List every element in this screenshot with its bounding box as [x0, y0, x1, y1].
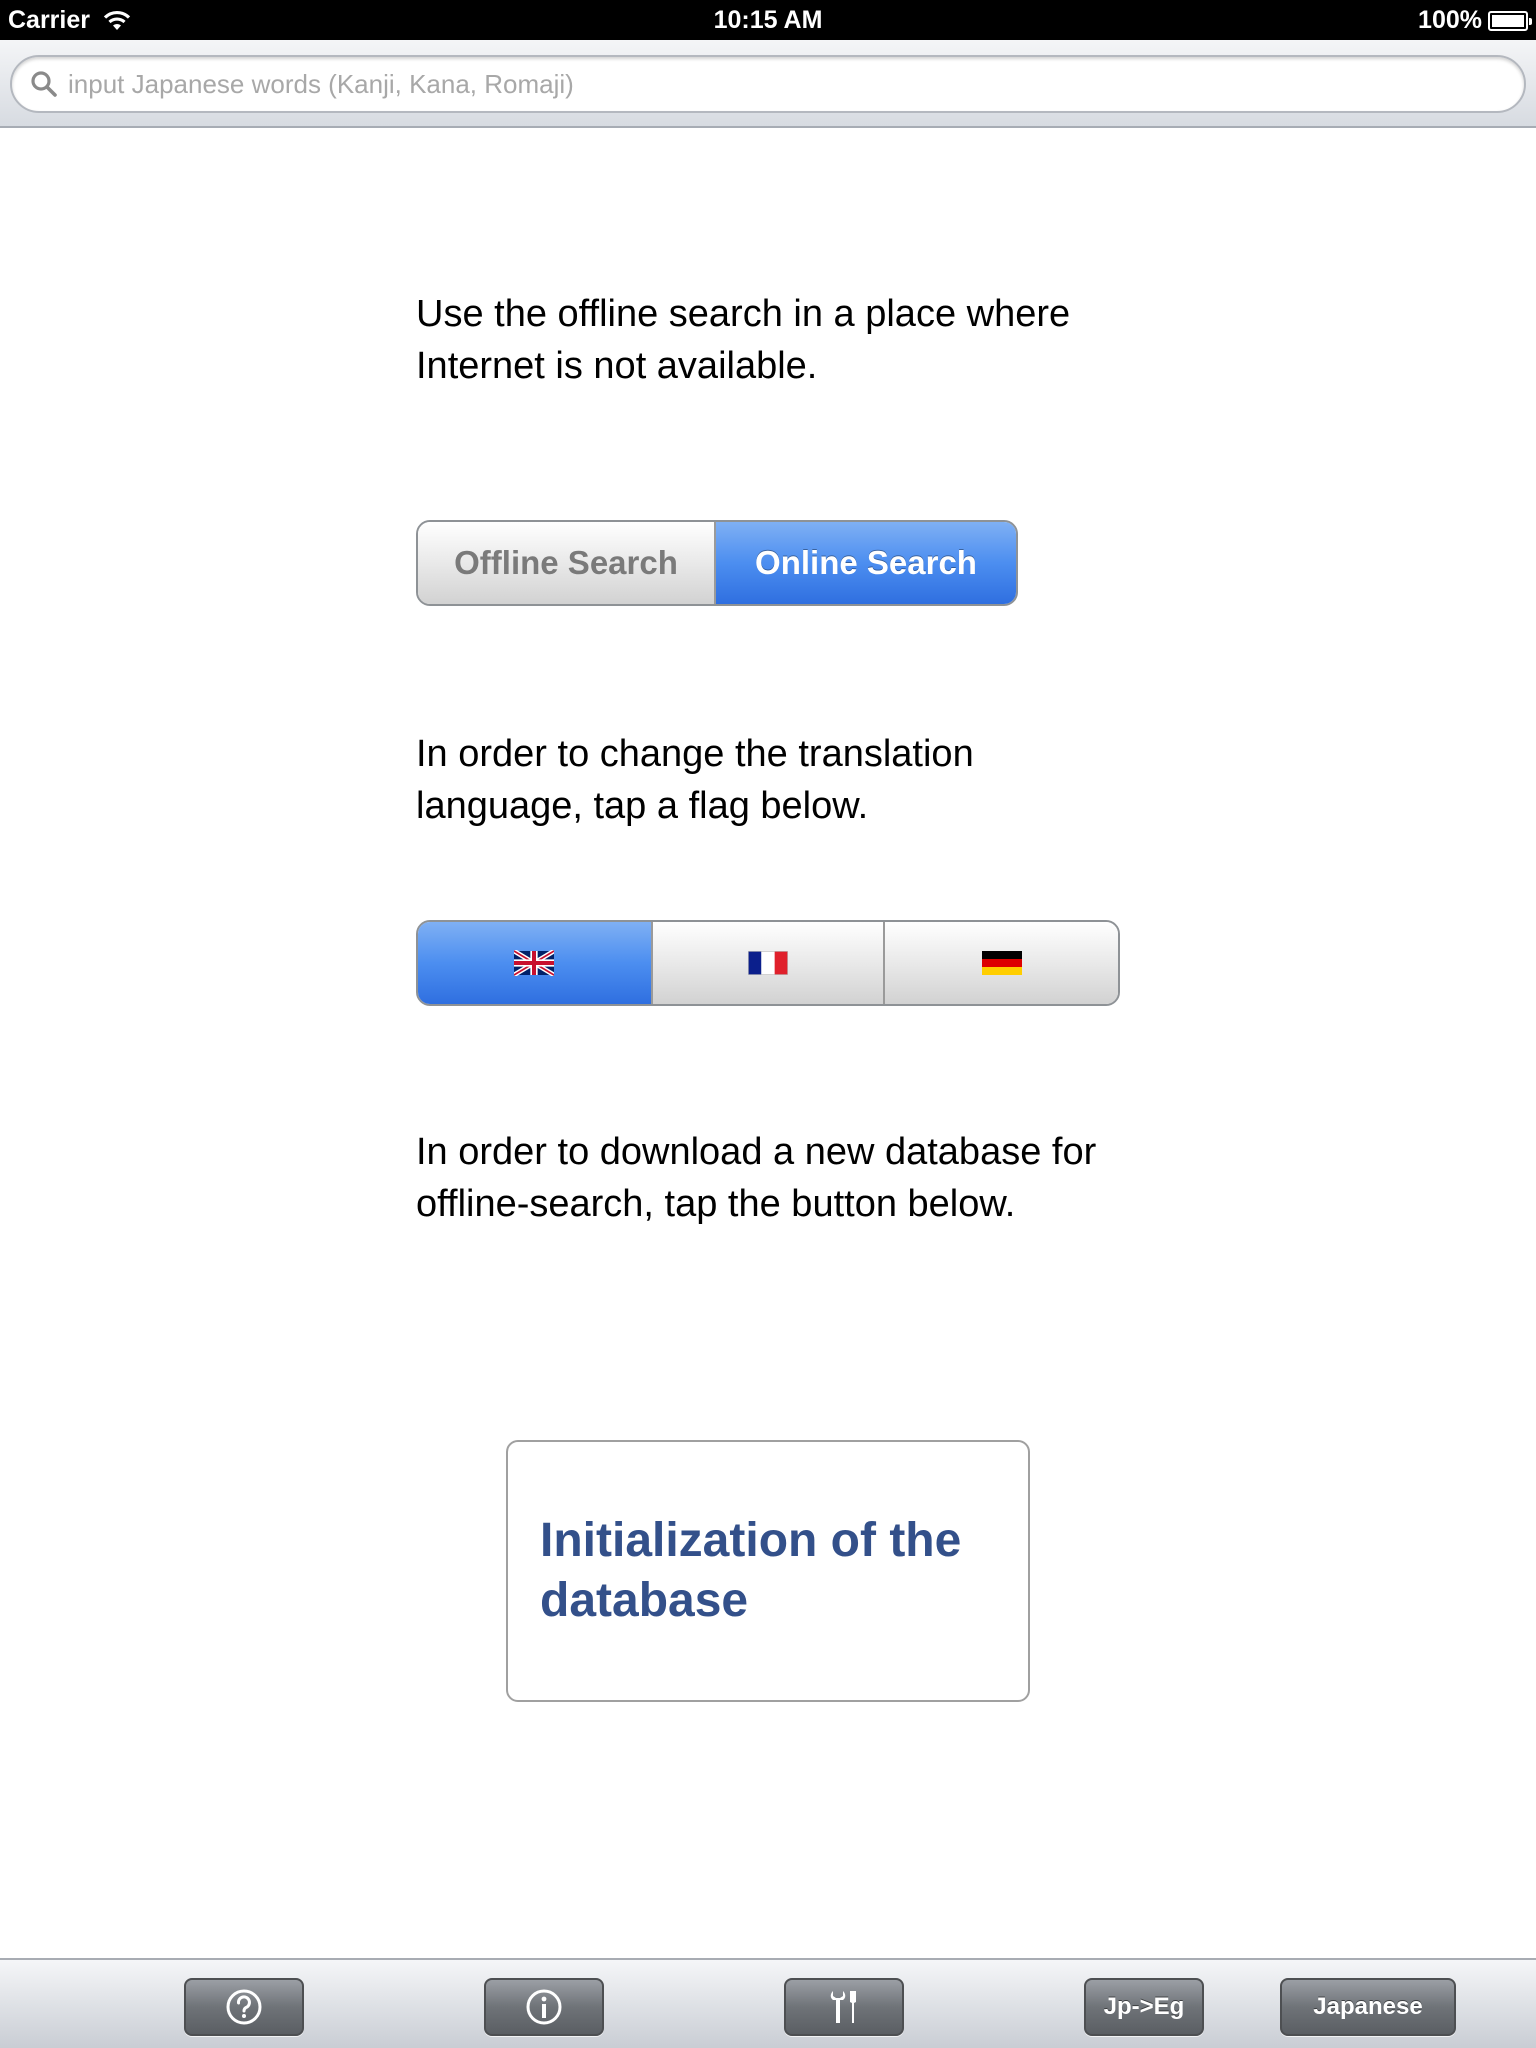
search-field[interactable]: [10, 55, 1526, 113]
tools-icon: [830, 1991, 856, 2023]
germany-flag-icon: [981, 951, 1022, 975]
france-flag-icon: [747, 951, 788, 975]
search-input[interactable]: [68, 68, 1524, 100]
search-mode-segmented-control: Offline Search Online Search: [416, 520, 1018, 606]
german-flag-segment[interactable]: [885, 922, 1118, 1004]
uk-flag-icon: [514, 950, 555, 976]
battery-group: 100%: [1418, 6, 1532, 35]
language-info-text: In order to change the translation langu…: [416, 733, 974, 827]
info-icon: [526, 1989, 562, 2025]
search-icon: [31, 71, 57, 97]
battery-percent: 100%: [1418, 6, 1482, 34]
battery-icon: [1488, 10, 1532, 31]
online-search-segment[interactable]: Online Search: [716, 522, 1016, 604]
offline-search-segment[interactable]: Offline Search: [418, 522, 717, 604]
status-bar: Carrier 10:15 AM 100%: [0, 0, 1536, 40]
status-time: 10:15 AM: [713, 6, 823, 34]
settings-button[interactable]: [784, 1978, 904, 2036]
info-button[interactable]: [484, 1978, 604, 2036]
language-segmented-control: [416, 920, 1120, 1006]
initialize-database-button[interactable]: Initialization of the database: [506, 1440, 1030, 1702]
source-language-button[interactable]: Japanese: [1280, 1978, 1456, 2036]
french-flag-segment[interactable]: [652, 922, 886, 1004]
search-bar: [0, 40, 1536, 128]
translation-direction-button[interactable]: Jp->Eg: [1084, 1978, 1204, 2036]
initialize-database-label: Initialization of the database: [540, 1514, 962, 1627]
english-flag-segment[interactable]: [418, 922, 653, 1004]
bottom-toolbar: Jp->Eg Japanese: [0, 1958, 1536, 2048]
question-icon: [226, 1989, 262, 2025]
offline-info-text: Use the offline search in a place where …: [416, 293, 1071, 387]
help-button[interactable]: [184, 1978, 304, 2036]
download-info-text: In order to download a new database for …: [416, 1131, 1097, 1225]
